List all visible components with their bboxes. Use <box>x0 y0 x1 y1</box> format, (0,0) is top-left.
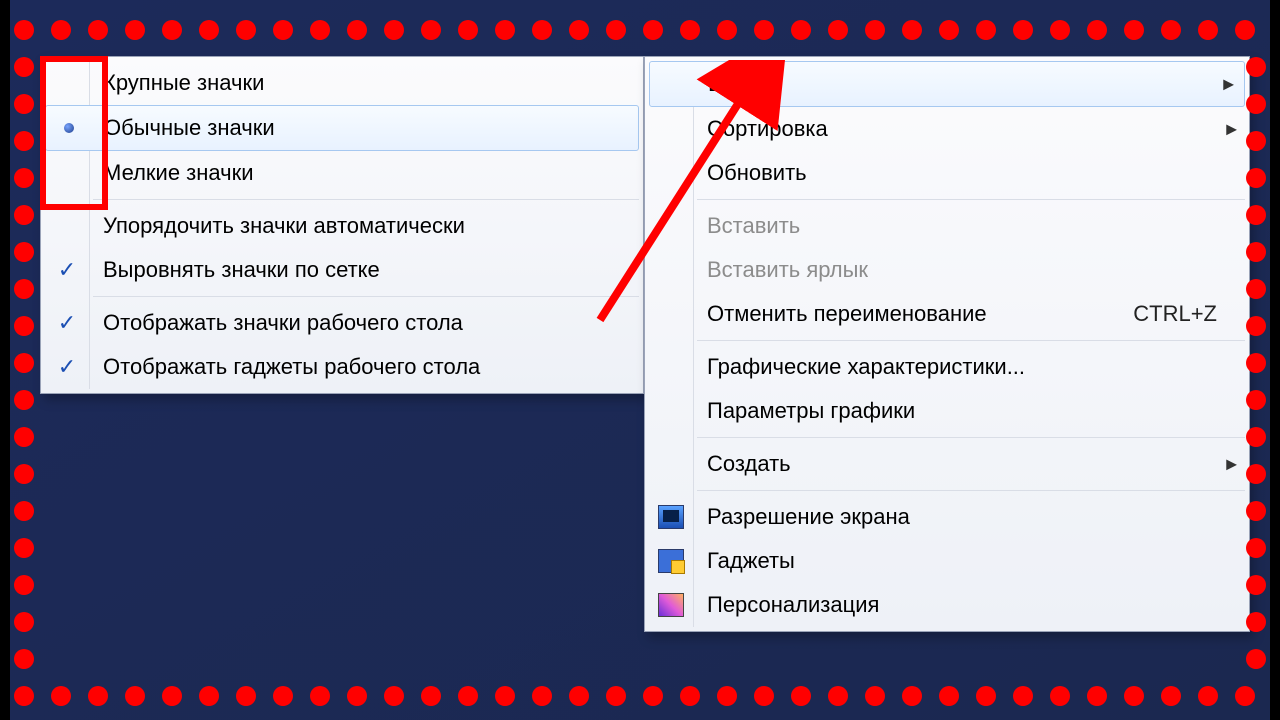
label: Разрешение экрана <box>695 504 1217 530</box>
submenu-arrow-icon: ▶ <box>1226 456 1237 473</box>
submenu-arrow-icon: ▶ <box>1223 76 1234 93</box>
menuitem-medium-icons[interactable]: Обычные значки <box>45 105 639 151</box>
personalize-icon <box>658 593 684 617</box>
label: Упорядочить значки автоматически <box>91 213 611 239</box>
label: Обычные значки <box>92 115 608 141</box>
label: Создать <box>695 451 1217 477</box>
label: Отображать значки рабочего стола <box>91 310 611 336</box>
check-icon: ✓ <box>58 257 76 283</box>
label: Сортировка <box>695 116 1217 142</box>
label: Вставить <box>695 213 1217 239</box>
desktop-context-menu: Вид ▶ Сортировка ▶ Обновить Вставить Вст… <box>644 56 1250 632</box>
label: Гаджеты <box>695 548 1217 574</box>
label: Отменить переименование <box>695 301 1093 327</box>
menuitem-paste-shortcut: Вставить ярлык <box>647 248 1247 292</box>
label: Крупные значки <box>91 70 611 96</box>
label: Мелкие значки <box>91 160 611 186</box>
menuitem-gadgets[interactable]: Гаджеты <box>647 539 1247 583</box>
separator <box>93 296 639 297</box>
menuitem-personalize[interactable]: Персонализация <box>647 583 1247 627</box>
desktop: Крупные значки Обычные значки Мелкие зна… <box>10 0 1270 720</box>
radio-selected-icon <box>64 123 74 133</box>
separator <box>697 437 1245 438</box>
separator <box>93 199 639 200</box>
monitor-icon <box>658 505 684 529</box>
separator <box>697 199 1245 200</box>
separator <box>697 340 1245 341</box>
menuitem-paste: Вставить <box>647 204 1247 248</box>
view-submenu: Крупные значки Обычные значки Мелкие зна… <box>40 56 644 394</box>
menuitem-show-gadgets[interactable]: ✓ Отображать гаджеты рабочего стола <box>43 345 641 389</box>
menuitem-gfx-props[interactable]: Графические характеристики... <box>647 345 1247 389</box>
menuitem-screen-resolution[interactable]: Разрешение экрана <box>647 495 1247 539</box>
check-icon: ✓ <box>58 354 76 380</box>
menuitem-auto-arrange[interactable]: Упорядочить значки автоматически <box>43 204 641 248</box>
shortcut: CTRL+Z <box>1093 301 1217 327</box>
menuitem-sort[interactable]: Сортировка ▶ <box>647 107 1247 151</box>
separator <box>697 490 1245 491</box>
label: Параметры графики <box>695 398 1217 424</box>
menuitem-small-icons[interactable]: Мелкие значки <box>43 151 641 195</box>
label: Графические характеристики... <box>695 354 1217 380</box>
label: Вид <box>696 71 1214 97</box>
label: Персонализация <box>695 592 1217 618</box>
menuitem-refresh[interactable]: Обновить <box>647 151 1247 195</box>
check-icon: ✓ <box>58 310 76 336</box>
label: Выровнять значки по сетке <box>91 257 611 283</box>
menuitem-new[interactable]: Создать ▶ <box>647 442 1247 486</box>
label: Вставить ярлык <box>695 257 1217 283</box>
submenu-arrow-icon: ▶ <box>1226 121 1237 138</box>
menuitem-show-icons[interactable]: ✓ Отображать значки рабочего стола <box>43 301 641 345</box>
menuitem-undo-rename[interactable]: Отменить переименование CTRL+Z <box>647 292 1247 336</box>
label: Обновить <box>695 160 1217 186</box>
menuitem-view[interactable]: Вид ▶ <box>649 61 1245 107</box>
label: Отображать гаджеты рабочего стола <box>91 354 611 380</box>
menuitem-gfx-params[interactable]: Параметры графики <box>647 389 1247 433</box>
gadgets-icon <box>658 549 684 573</box>
menuitem-large-icons[interactable]: Крупные значки <box>43 61 641 105</box>
menuitem-align-grid[interactable]: ✓ Выровнять значки по сетке <box>43 248 641 292</box>
